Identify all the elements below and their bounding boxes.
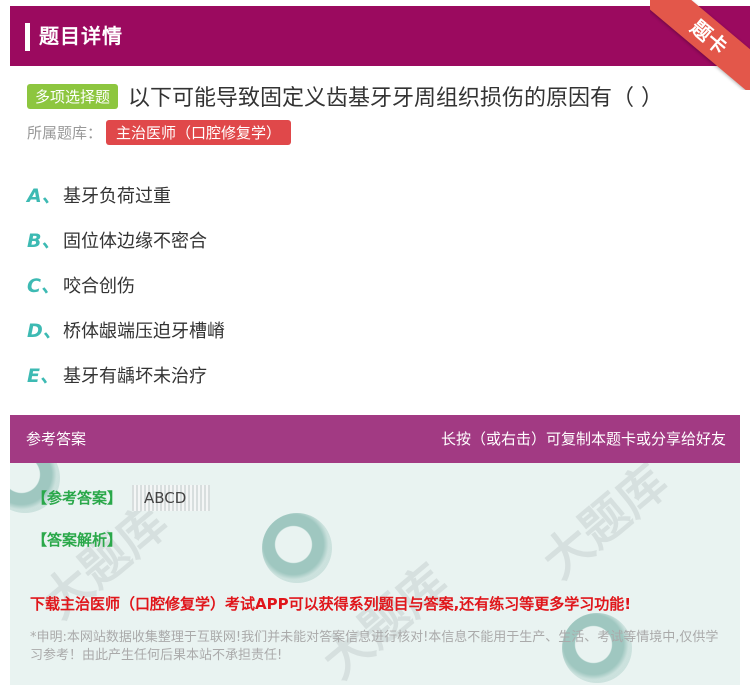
option-d[interactable]: D、 桥体龈端压迫牙槽嵴 <box>27 307 225 352</box>
question-type-badge: 多项选择题 <box>27 83 119 109</box>
logo-watermark-icon <box>262 513 332 583</box>
option-text: 桥体龈端压迫牙槽嵴 <box>63 320 225 342</box>
watermark: 大题库 <box>532 463 679 590</box>
bank-link[interactable]: 主治医师（口腔修复学） <box>106 120 292 145</box>
answer-value: ABCD <box>132 485 210 511</box>
option-text: 固位体边缘不密合 <box>63 230 207 252</box>
share-hint: 长按（或右击）可复制本题卡或分享给好友 <box>440 430 726 448</box>
app-download-link[interactable]: 下载主治医师（口腔修复学）考试APP可以获得系列题目与答案,还有练习等更多学习功… <box>30 593 631 614</box>
option-text: 基牙有龋坏未治疗 <box>63 365 207 387</box>
option-letter: A、 <box>27 185 61 207</box>
page-title: 题目详情 <box>39 24 123 48</box>
answer-header: 参考答案 长按（或右击）可复制本题卡或分享给好友 <box>10 415 740 463</box>
title-bar: 题目详情 <box>10 6 750 66</box>
option-b[interactable]: B、 固位体边缘不密合 <box>27 217 225 262</box>
bank-label: 所属题库： <box>27 124 103 142</box>
question-bank-row: 所属题库： 主治医师（口腔修复学） <box>27 120 292 145</box>
option-a[interactable]: A、 基牙负荷过重 <box>27 172 225 217</box>
option-letter: D、 <box>27 320 62 342</box>
ribbon-label: 题卡 <box>650 0 750 90</box>
option-letter: E、 <box>27 365 59 387</box>
option-c[interactable]: C、 咬合创伤 <box>27 262 225 307</box>
option-text: 基牙负荷过重 <box>63 185 171 207</box>
options-list: A、 基牙负荷过重 B、 固位体边缘不密合 C、 咬合创伤 D、 桥体龈端压迫牙… <box>27 172 225 397</box>
answer-header-title: 参考答案 <box>26 430 87 448</box>
title-accent-bar <box>25 23 30 51</box>
option-text: 咬合创伤 <box>63 275 135 297</box>
question-text: 以下可能导致固定义齿基牙牙周组织损伤的原因有（ ） <box>128 86 664 111</box>
answer-panel: 大题库 大题库 大题库 【参考答案】 ABCD 【答案解析】 下载主治医师（口腔… <box>10 463 740 685</box>
option-e[interactable]: E、 基牙有龋坏未治疗 <box>27 352 225 397</box>
question-row: 多项选择题 以下可能导致固定义齿基牙牙周组织损伤的原因有（ ） <box>27 80 663 112</box>
option-letter: B、 <box>27 230 61 252</box>
analysis-label: 【答案解析】 <box>32 531 123 549</box>
disclaimer-text: *申明:本网站数据收集整理于互联网!我们并未能对答案信息进行核对!本信息不能用于… <box>30 630 719 663</box>
option-letter: C、 <box>27 275 60 297</box>
answer-label: 【参考答案】 <box>32 489 123 507</box>
corner-ribbon: 题卡 <box>650 0 750 90</box>
